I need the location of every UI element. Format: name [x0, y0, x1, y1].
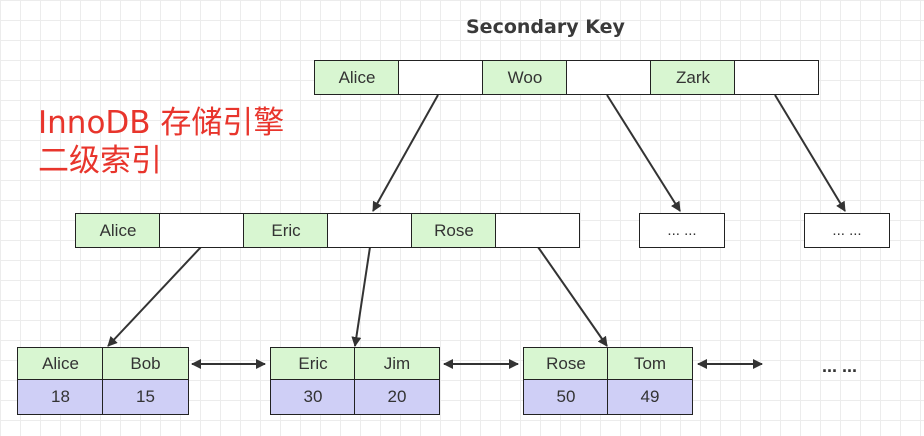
root-pointer-cell	[566, 60, 652, 95]
internal-placeholder-node: ... ...	[639, 213, 725, 248]
leaf-value-cell: 30	[270, 379, 356, 415]
leaf-key-cell: Rose	[523, 347, 609, 381]
internal-placeholder-node: ... ...	[804, 213, 890, 248]
edge-root-to-internal-1	[372, 94, 439, 212]
root-key-cell: Woo	[482, 60, 568, 95]
internal-key-cell: Alice	[75, 213, 161, 248]
root-key-cell: Alice	[314, 60, 400, 95]
internal-key-cell: Eric	[243, 213, 329, 248]
root-pointer-cell	[734, 60, 819, 95]
edge-root-to-internal-2	[606, 94, 681, 212]
leaf-value-cell: 50	[523, 379, 609, 415]
leaf-key-cell: Tom	[607, 347, 693, 381]
internal-key-cell: Rose	[411, 213, 497, 248]
leaf-ellipsis: ... ...	[822, 356, 858, 376]
leaf-value-cell: 18	[17, 379, 104, 415]
internal-pointer-cell	[327, 213, 413, 248]
leaf-value-cell: 20	[354, 379, 440, 415]
leaf-key-cell: Eric	[270, 347, 356, 381]
leaf-key-cell: Bob	[102, 347, 189, 381]
edge-internal-to-leaf-1	[107, 246, 202, 347]
edge-root-to-internal-3	[774, 94, 846, 212]
leaf-value-cell: 15	[102, 379, 189, 415]
internal-pointer-cell	[495, 213, 580, 248]
internal-pointer-cell	[159, 213, 245, 248]
leaf-key-cell: Alice	[17, 347, 104, 381]
index-label-line-2: 二级索引	[38, 143, 162, 179]
root-key-cell: Zark	[650, 60, 736, 95]
edge-internal-to-leaf-2	[351, 246, 371, 347]
edge-internal-to-leaf-3	[537, 246, 608, 347]
leaf-key-cell: Jim	[354, 347, 440, 381]
diagram-title: Secondary Key	[466, 16, 625, 38]
leaf-value-cell: 49	[607, 379, 693, 415]
index-label-line-1: InnoDB 存储引擎	[38, 105, 285, 141]
root-pointer-cell	[398, 60, 484, 95]
